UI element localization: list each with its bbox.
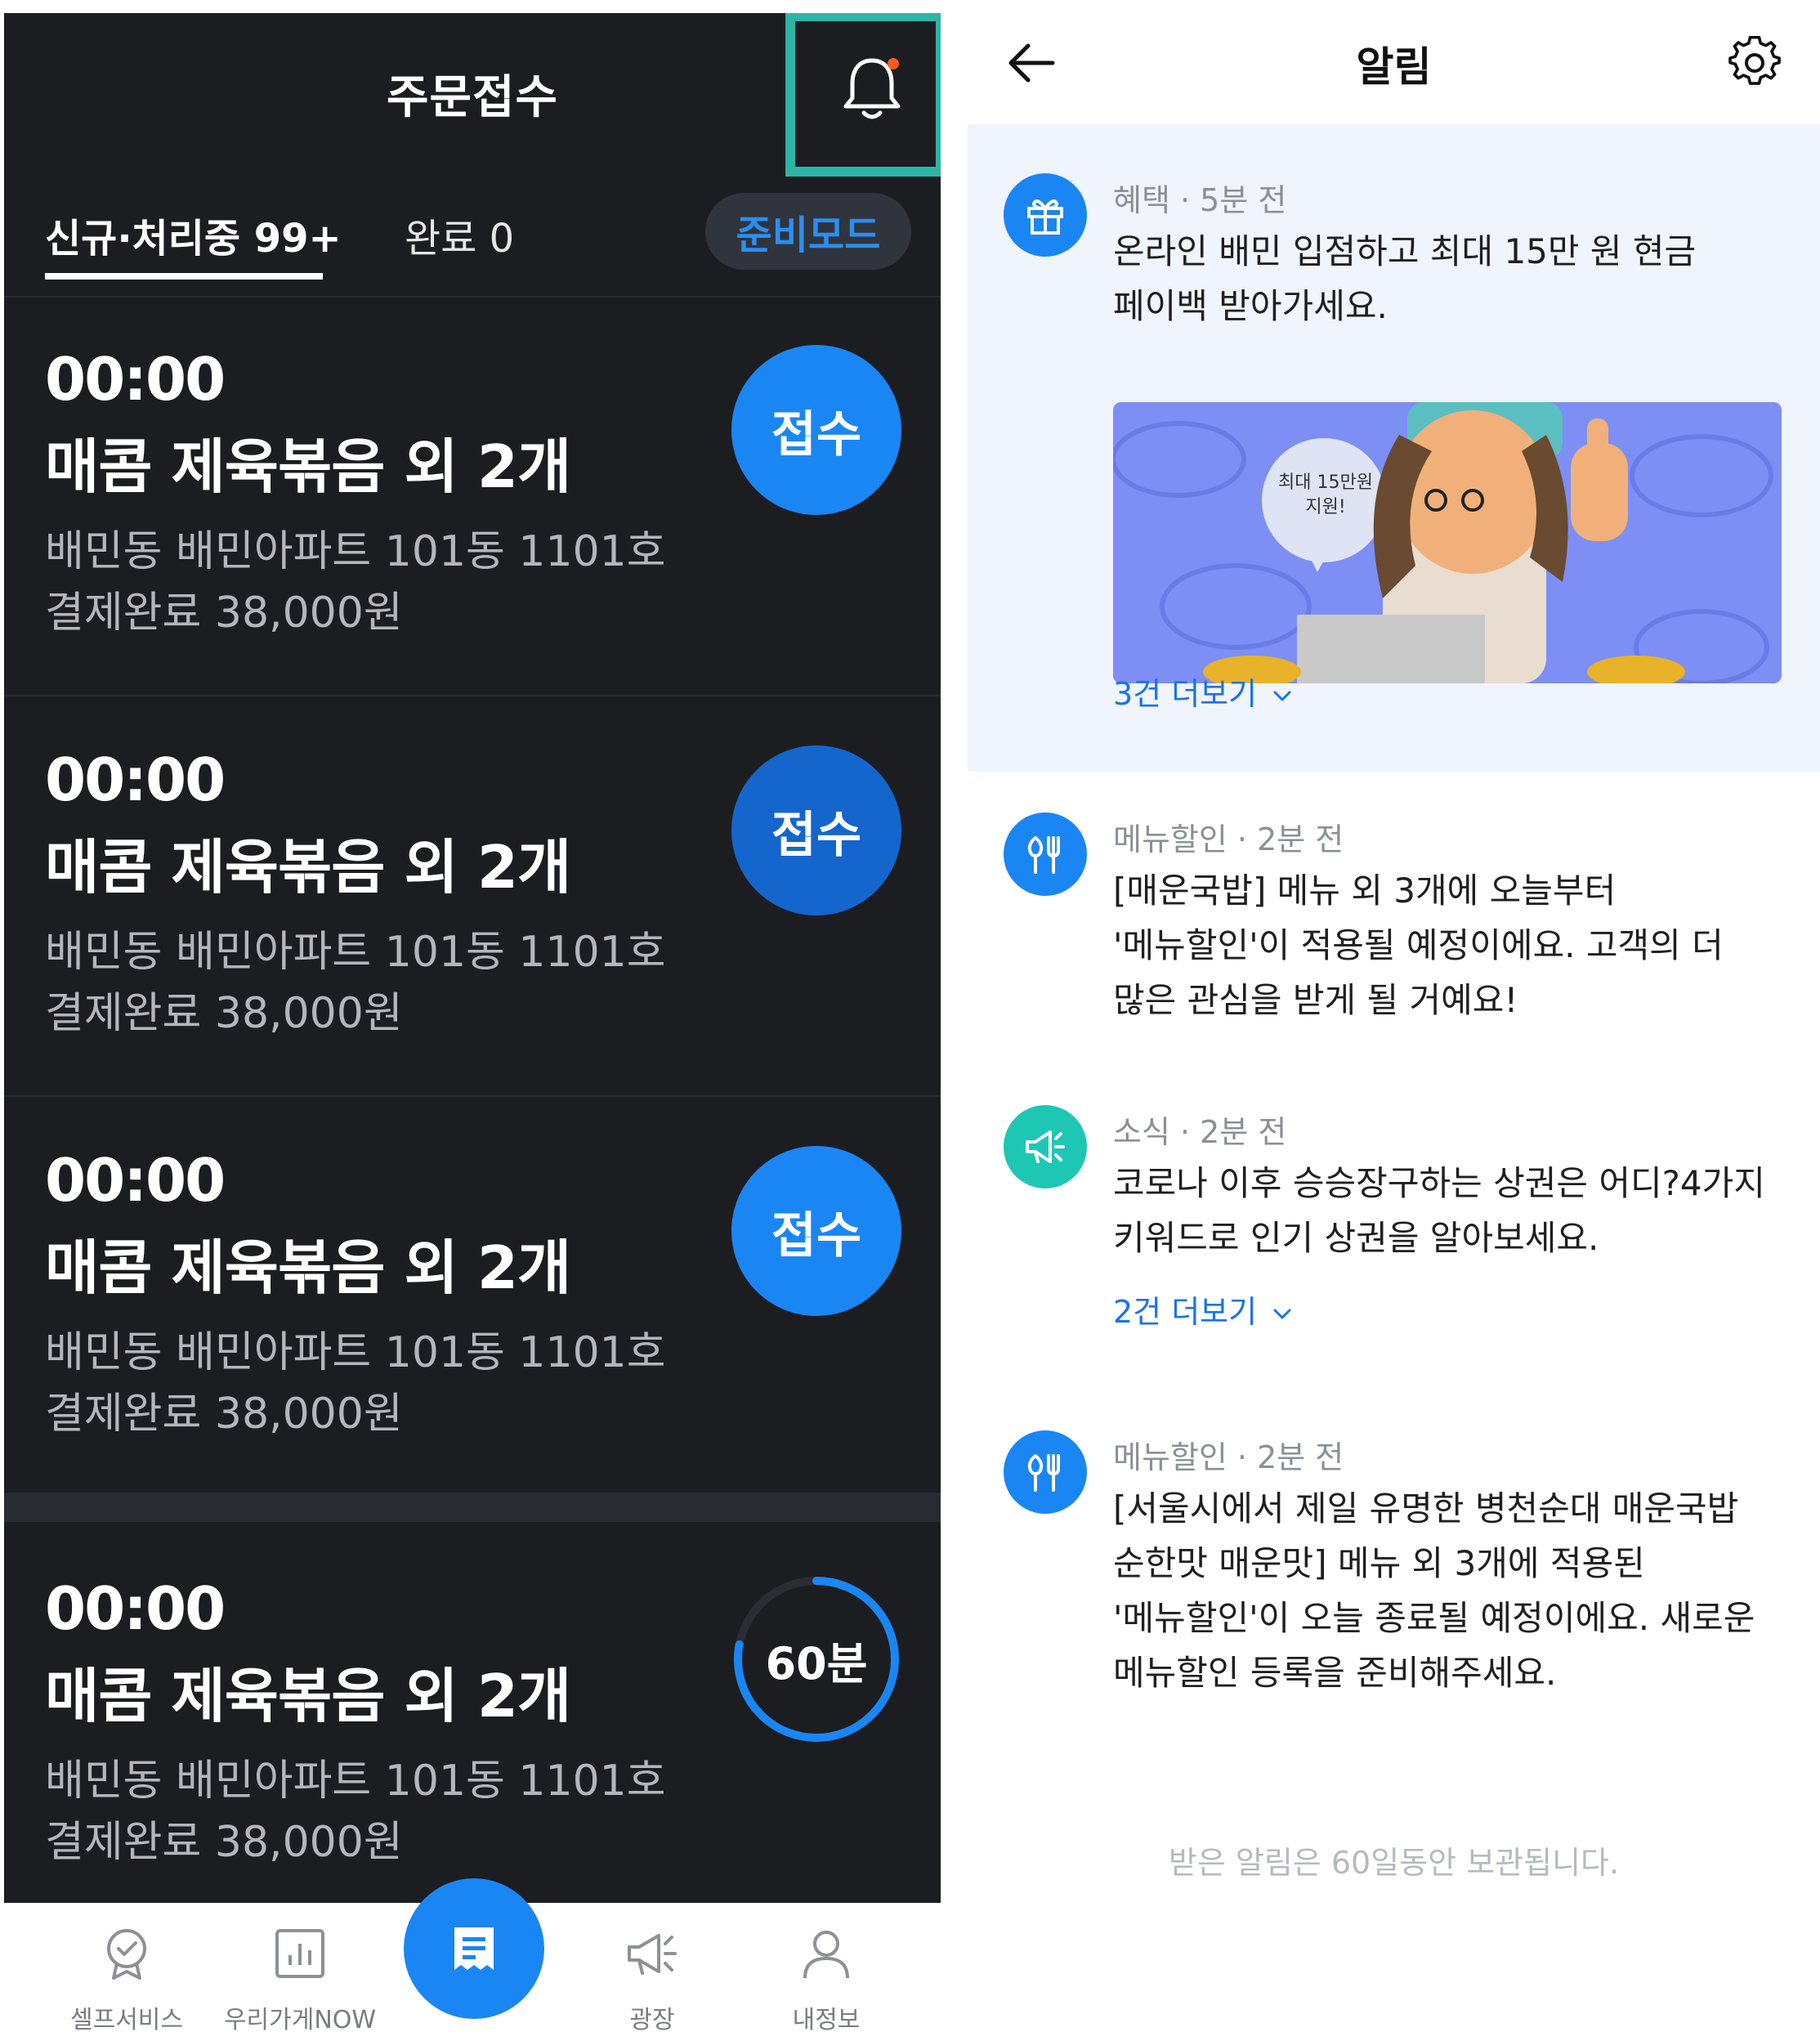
notification-meta: 메뉴할인 · 2분 전 [1113, 821, 1344, 857]
order-address: 배민동 배민아파트 101동 1101호 [45, 527, 666, 576]
order-payment: 결제완료 38,000원 [45, 1818, 403, 1867]
nav-label: 셀프서비스 [70, 2006, 183, 2034]
accept-button[interactable]: 접수 [731, 1146, 901, 1316]
order-menu: 매콤 제육볶음 외 2개 [45, 1233, 571, 1302]
person-icon [803, 1931, 849, 1979]
order-menu: 매콤 제육볶음 외 2개 [45, 1662, 571, 1730]
notification-meta: 메뉴할인 · 2분 전 [1113, 1439, 1344, 1475]
retention-notice: 받은 알림은 60일동안 보관됩니다. [1168, 1845, 1620, 1881]
order-address: 배민동 배민아파트 101동 1101호 [45, 1757, 666, 1806]
nav-label: 우리가게NOW [223, 2006, 377, 2034]
order-card[interactable]: 00:00 매콤 제육볶음 외 2개 배민동 배민아파트 101동 1101호 … [4, 1525, 941, 1926]
notification-header: 알림 [968, 0, 1820, 124]
notification-meta: 소식 · 2분 전 [1113, 1114, 1287, 1150]
notification-item-menu-discount[interactable]: 메뉴할인 · 2분 전 [매운국밥] 메뉴 외 3개에 오늘부터 '메뉴할인'이… [968, 812, 1820, 1041]
nav-my-info[interactable]: 내정보 [745, 1903, 908, 2041]
order-receipt-icon [454, 1927, 494, 1970]
notification-item-news[interactable]: 소식 · 2분 전 코로나 이후 승승장구하는 상권은 어디?4가지 키워드로 … [968, 1105, 1820, 1350]
bottom-nav: 셀프서비스 우리가게NOW 광장 내정보 [4, 1878, 941, 2041]
accept-button[interactable]: 접수 [731, 745, 901, 915]
notification-icon [1004, 1430, 1087, 1514]
chevron-down-icon [1273, 1309, 1291, 1318]
show-more-link[interactable]: 2건 더보기 [1113, 1287, 1291, 1332]
gift-icon [1027, 199, 1063, 235]
megaphone-icon [1026, 1130, 1065, 1163]
fork-knife-icon [1027, 836, 1060, 874]
megaphone-icon [628, 1934, 677, 1975]
chevron-down-icon [1273, 691, 1291, 700]
notification-item-benefit[interactable]: 혜택 · 5분 전 온라인 배민 입점하고 최대 15만 원 현금 페이백 받아… [968, 173, 1820, 762]
order-address: 배민동 배민아파트 101동 1101호 [45, 928, 666, 977]
order-card[interactable]: 00:00 매콤 제육볶음 외 2개 배민동 배민아파트 101동 1101호 … [4, 296, 941, 696]
order-screen: 주문접수 신규·처리중 99+ 완료 0 준비모드 00:00 매콤 제육볶음 … [4, 13, 941, 2041]
notification-text: [매운국밥] 메뉴 외 3개에 오늘부터 '메뉴할인'이 적용될 예정이에요. … [1113, 871, 1724, 1020]
nav-store-now[interactable]: 우리가게NOW [218, 1903, 382, 2041]
nav-label: 내정보 [792, 2006, 861, 2034]
bell-icon[interactable] [839, 52, 905, 124]
ready-mode-button[interactable]: 준비모드 [705, 193, 911, 270]
page-title: 알림 [1356, 43, 1432, 91]
nav-orders-button[interactable] [404, 1878, 544, 2019]
banner-bubble-text: 최대 15만원 지원! [1278, 472, 1373, 517]
notification-dot [888, 58, 899, 69]
notification-icon [1004, 173, 1087, 257]
notification-text: 온라인 배민 입점하고 최대 15만 원 현금 페이백 받아가세요. [1113, 231, 1697, 326]
order-time: 00:00 [45, 1146, 226, 1215]
order-payment: 결제완료 38,000원 [45, 1390, 403, 1439]
tab-active-indicator [45, 273, 323, 280]
notification-meta: 혜택 · 5분 전 [1113, 182, 1287, 218]
bar-chart-icon [275, 1929, 324, 1978]
notification-icon [1004, 1105, 1087, 1188]
order-payment: 결제완료 38,000원 [45, 989, 403, 1038]
order-address: 배민동 배민아파트 101동 1101호 [45, 1328, 666, 1377]
order-time: 00:00 [45, 745, 226, 814]
tab-new-processing[interactable]: 신규·처리중 99+ [45, 206, 342, 263]
notification-text: 코로나 이후 승승장구하는 상권은 어디?4가지 키워드로 인기 상권을 알아보… [1113, 1163, 1765, 1258]
order-menu: 매콤 제육볶음 외 2개 [45, 833, 571, 902]
notification-item-menu-discount-end[interactable]: 메뉴할인 · 2분 전 [서울시에서 제일 유명한 병천순대 매운국밥 순한맛 … [968, 1430, 1820, 1725]
nav-label: 광장 [629, 2006, 675, 2034]
notification-text: [서울시에서 제일 유명한 병천순대 매운국밥 순한맛 매운맛] 메뉴 외 3개… [1113, 1488, 1755, 1693]
notification-screen: 알림 혜택 · 5분 전 온라인 배민 입점하고 최대 15만 원 현금 페이백… [968, 0, 1820, 2041]
show-more-link[interactable]: 3건 더보기 [1113, 669, 1291, 714]
gear-icon[interactable] [1728, 36, 1782, 90]
order-tabs: 신규·처리중 99+ 완료 0 준비모드 [4, 177, 941, 298]
fork-knife-icon [1027, 1454, 1060, 1492]
order-time: 00:00 [45, 1574, 226, 1643]
order-card[interactable]: 00:00 매콤 제육볶음 외 2개 배민동 배민아파트 101동 1101호 … [4, 696, 941, 1097]
notification-icon [1004, 812, 1087, 896]
nav-square[interactable]: 광장 [570, 1903, 734, 2041]
section-divider [4, 1493, 941, 1522]
promo-banner-image[interactable]: 최대 15만원 지원! [1113, 402, 1782, 683]
tab-done[interactable]: 완료 0 [405, 206, 514, 263]
accept-button[interactable]: 접수 [731, 345, 901, 515]
cooking-timer-label[interactable]: 60분 [731, 1574, 901, 1744]
order-card[interactable]: 00:00 매콤 제육볶음 외 2개 배민동 배민아파트 101동 1101호 … [4, 1097, 941, 1497]
badge-check-icon [107, 1929, 146, 1980]
order-payment: 결제완료 38,000원 [45, 589, 403, 638]
nav-self-service[interactable]: 셀프서비스 [45, 1903, 208, 2041]
order-time: 00:00 [45, 345, 226, 414]
order-menu: 매콤 제육볶음 외 2개 [45, 432, 571, 501]
